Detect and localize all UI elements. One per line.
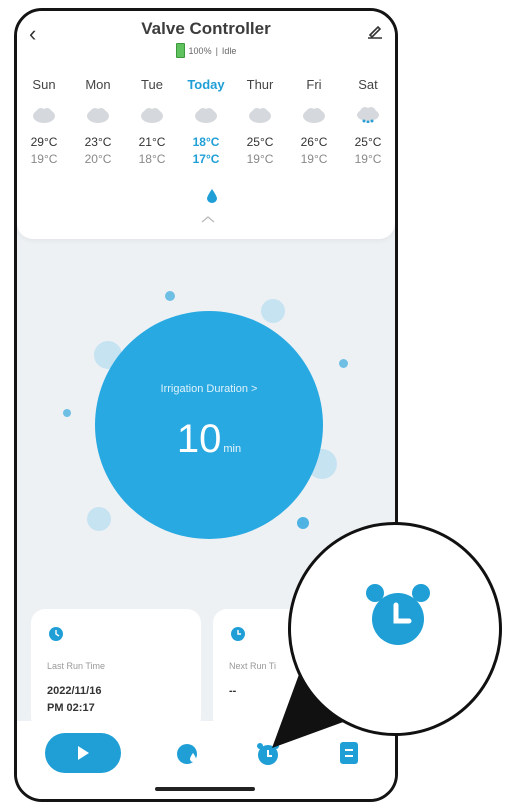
zoom-callout [288, 522, 502, 736]
alarm-clock-icon [366, 584, 430, 645]
